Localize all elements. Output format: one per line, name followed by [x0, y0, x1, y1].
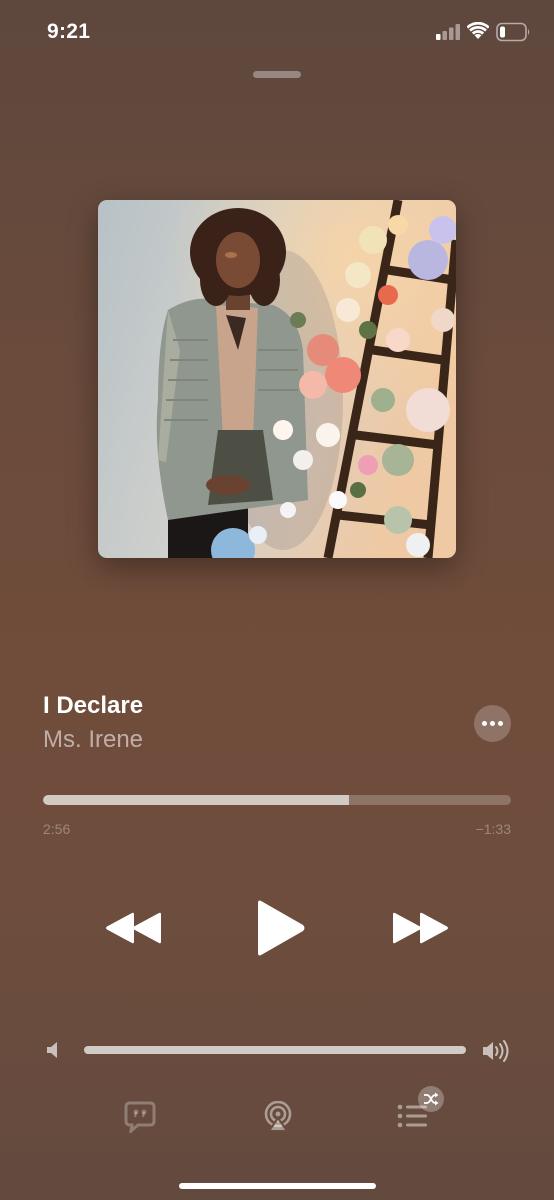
status-time: 9:21: [47, 20, 91, 43]
playback-scrubber[interactable]: [43, 795, 511, 805]
status-bar: 9:21: [0, 0, 554, 66]
airplay-button[interactable]: [262, 1100, 294, 1138]
more-icon: [482, 721, 487, 726]
track-title: I Declare: [43, 692, 144, 719]
more-icon-dot: [490, 721, 495, 726]
elapsed-time: 2:56: [43, 821, 71, 837]
more-options-button[interactable]: [474, 705, 511, 742]
battery-icon: [496, 22, 532, 47]
volume-low-icon: [45, 1041, 61, 1064]
lyrics-button[interactable]: [124, 1101, 156, 1138]
cellular-signal-icon: [436, 24, 462, 45]
album-artwork: [98, 200, 456, 558]
rewind-icon: [106, 912, 161, 944]
volume-slider[interactable]: [84, 1046, 466, 1054]
fast-forward-icon: [393, 912, 448, 944]
airplay-icon: [264, 1100, 292, 1132]
shuffle-icon: [424, 1092, 439, 1106]
wifi-icon: [466, 21, 490, 45]
rewind-button[interactable]: [104, 911, 162, 950]
more-icon-dot: [498, 721, 503, 726]
sheet-grabber[interactable]: [253, 71, 301, 78]
lyrics-icon: [124, 1101, 156, 1135]
volume-high-icon: [482, 1040, 510, 1067]
volume-slider-fill: [84, 1046, 466, 1054]
playback-progress-fill: [43, 795, 350, 805]
home-indicator[interactable]: [179, 1183, 376, 1189]
fast-forward-button[interactable]: [392, 911, 450, 950]
remaining-time: −1:33: [475, 821, 511, 837]
play-icon: [258, 900, 305, 956]
shuffle-button[interactable]: [418, 1086, 444, 1112]
track-artist[interactable]: Ms. Irene: [43, 726, 143, 754]
play-button[interactable]: [254, 900, 306, 961]
